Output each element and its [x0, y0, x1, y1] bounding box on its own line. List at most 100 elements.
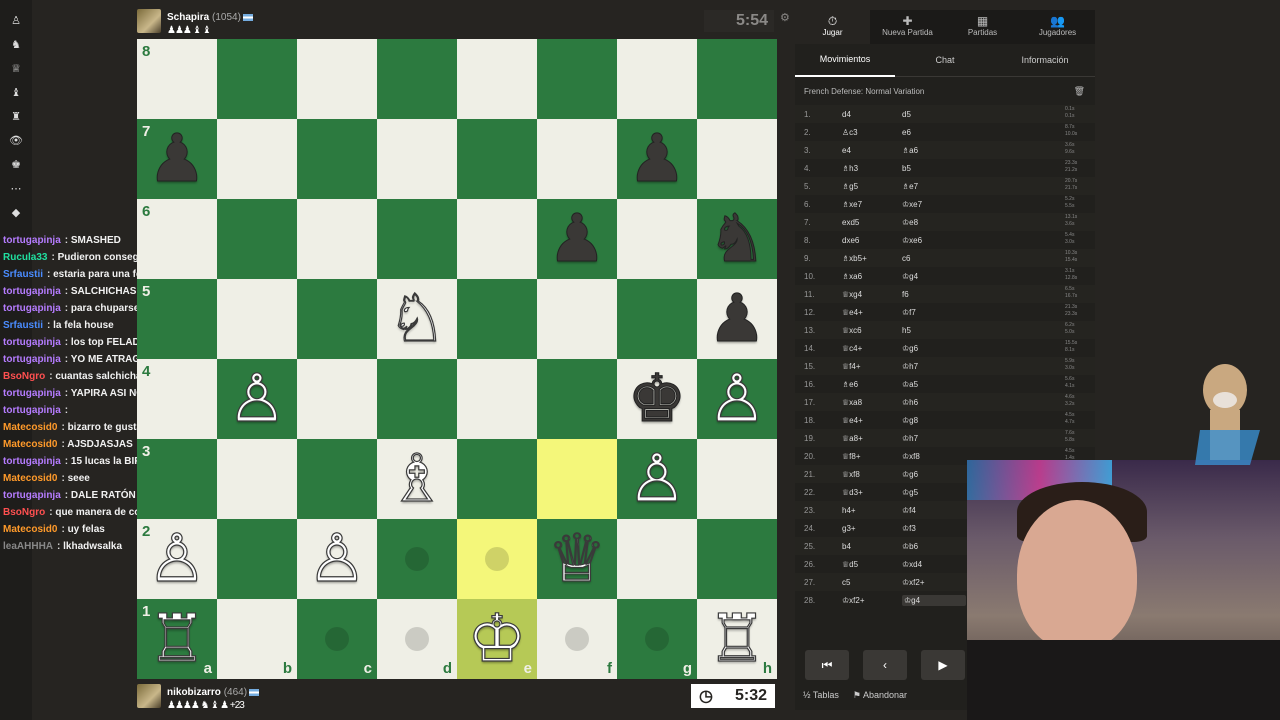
- white-move[interactable]: ♕f4+: [842, 362, 902, 371]
- black-move[interactable]: ♔xd4: [902, 560, 962, 569]
- black-move[interactable]: ♔f7: [902, 308, 962, 317]
- white-piece[interactable]: ♖: [147, 599, 207, 679]
- square-e4[interactable]: [457, 359, 537, 439]
- square-f4[interactable]: [537, 359, 617, 439]
- prev-move-button[interactable]: ‹: [863, 650, 907, 680]
- square-c7[interactable]: [297, 119, 377, 199]
- square-b1[interactable]: b: [217, 599, 297, 679]
- square-b6[interactable]: [217, 199, 297, 279]
- white-move[interactable]: dxe6: [842, 236, 902, 245]
- move-hint-dot[interactable]: [325, 627, 349, 651]
- square-g8[interactable]: [617, 39, 697, 119]
- white-piece[interactable]: ♙: [307, 519, 367, 599]
- square-h3[interactable]: [697, 439, 777, 519]
- square-f6[interactable]: ♟: [537, 199, 617, 279]
- black-move[interactable]: ♔xf2+: [902, 578, 962, 587]
- move-hint-dot[interactable]: [405, 547, 429, 571]
- square-d3[interactable]: ♗: [377, 439, 457, 519]
- black-move[interactable]: ♔xf8: [902, 452, 962, 461]
- black-move[interactable]: ♔f3: [902, 524, 962, 533]
- square-e2[interactable]: [457, 519, 537, 599]
- chat-username[interactable]: tortugapinja: [3, 235, 61, 246]
- chat-username[interactable]: tortugapinja: [3, 337, 61, 348]
- square-f1[interactable]: f: [537, 599, 617, 679]
- square-b3[interactable]: [217, 439, 297, 519]
- square-f2[interactable]: ♕: [537, 519, 617, 599]
- white-move[interactable]: ♕xc6: [842, 326, 902, 335]
- rail-icon-6[interactable]: ♚: [8, 156, 24, 172]
- black-piece[interactable]: ♟: [147, 119, 207, 199]
- first-move-button[interactable]: ⏮: [805, 650, 849, 680]
- rail-icon-8[interactable]: ◆: [8, 204, 24, 220]
- white-move[interactable]: c5: [842, 578, 902, 587]
- nav-nueva-partida[interactable]: ✚ Nueva Partida: [870, 10, 945, 44]
- chat-username[interactable]: Matecosid0: [3, 439, 57, 450]
- white-piece[interactable]: ♙: [147, 519, 207, 599]
- chat-username[interactable]: tortugapinja: [3, 303, 61, 314]
- square-g2[interactable]: [617, 519, 697, 599]
- black-piece[interactable]: ♟: [547, 199, 607, 279]
- black-move[interactable]: ♔a5: [902, 380, 962, 389]
- square-g5[interactable]: [617, 279, 697, 359]
- white-piece[interactable]: ♖: [707, 599, 767, 679]
- chat-username[interactable]: tortugapinja: [3, 388, 61, 399]
- square-b7[interactable]: [217, 119, 297, 199]
- black-piece[interactable]: ♞: [707, 199, 767, 279]
- black-move[interactable]: ♔g4: [902, 272, 962, 281]
- square-c6[interactable]: [297, 199, 377, 279]
- black-move[interactable]: ♔h6: [902, 398, 962, 407]
- rail-icon-0[interactable]: ♙: [8, 12, 24, 28]
- chess-board[interactable]: 8 7 ♟ ♟ 6 ♟ ♞ 5 ♘ ♟ 4 ♙ ♚ ♙ 3 ♗ ♙ 2 ♙ ♙ ♕ 1 a ♖ b c d e ♔ f g h ♖: [137, 39, 777, 679]
- square-g4[interactable]: ♚: [617, 359, 697, 439]
- black-move[interactable]: b5: [902, 164, 962, 173]
- white-move[interactable]: ♗xe7: [842, 200, 902, 209]
- white-piece[interactable]: ♕: [547, 519, 607, 599]
- chat-username[interactable]: BsoNgro: [3, 507, 45, 518]
- black-move[interactable]: ♔g4: [902, 594, 966, 606]
- move-hint-dot[interactable]: [485, 547, 509, 571]
- square-h7[interactable]: [697, 119, 777, 199]
- black-move[interactable]: e6: [902, 128, 962, 137]
- square-e1[interactable]: e ♔: [457, 599, 537, 679]
- square-d6[interactable]: [377, 199, 457, 279]
- chat-username[interactable]: Matecosid0: [3, 422, 57, 433]
- black-move[interactable]: ♔b6: [902, 542, 962, 551]
- bottom-player-name[interactable]: nikobizarro (464): [167, 687, 260, 698]
- nav-jugadores[interactable]: 👥 Jugadores: [1020, 10, 1095, 44]
- square-d8[interactable]: [377, 39, 457, 119]
- black-move[interactable]: c6: [902, 254, 962, 263]
- rail-icon-2[interactable]: ♕: [8, 60, 24, 76]
- top-player-avatar[interactable]: [137, 9, 161, 33]
- next-move-button[interactable]: ▶: [921, 650, 965, 680]
- square-c3[interactable]: [297, 439, 377, 519]
- white-move[interactable]: ♔xf2+: [842, 596, 902, 605]
- move-hint-dot[interactable]: [405, 627, 429, 651]
- white-move[interactable]: ♕xg4: [842, 290, 902, 299]
- square-b2[interactable]: [217, 519, 297, 599]
- black-move[interactable]: ♔xe7: [902, 200, 962, 209]
- tab-0[interactable]: Movimientos: [795, 43, 895, 77]
- square-e8[interactable]: [457, 39, 537, 119]
- square-g7[interactable]: ♟: [617, 119, 697, 199]
- rail-icon-7[interactable]: ⋯: [8, 180, 24, 196]
- nav-partidas[interactable]: ▦ Partidas: [945, 10, 1020, 44]
- white-move[interactable]: e4: [842, 146, 902, 155]
- square-c1[interactable]: c: [297, 599, 377, 679]
- chat-username[interactable]: Srfaustii: [3, 320, 43, 331]
- square-e7[interactable]: [457, 119, 537, 199]
- white-move[interactable]: ♕e4+: [842, 308, 902, 317]
- white-piece[interactable]: ♗: [387, 439, 447, 519]
- white-piece[interactable]: ♔: [467, 599, 527, 679]
- chat-username[interactable]: Matecosid0: [3, 473, 57, 484]
- chat-username[interactable]: tortugapinja: [3, 456, 61, 467]
- chat-username[interactable]: Matecosid0: [3, 524, 57, 535]
- black-move[interactable]: ♔g8: [902, 416, 962, 425]
- white-move[interactable]: ♗h3: [842, 164, 902, 173]
- white-piece[interactable]: ♙: [627, 439, 687, 519]
- square-a6[interactable]: 6: [137, 199, 217, 279]
- square-c4[interactable]: [297, 359, 377, 439]
- square-d5[interactable]: ♘: [377, 279, 457, 359]
- chat-username[interactable]: tortugapinja: [3, 490, 61, 501]
- trash-icon[interactable]: 🗑: [1074, 86, 1085, 97]
- black-move[interactable]: ♗e7: [902, 182, 962, 191]
